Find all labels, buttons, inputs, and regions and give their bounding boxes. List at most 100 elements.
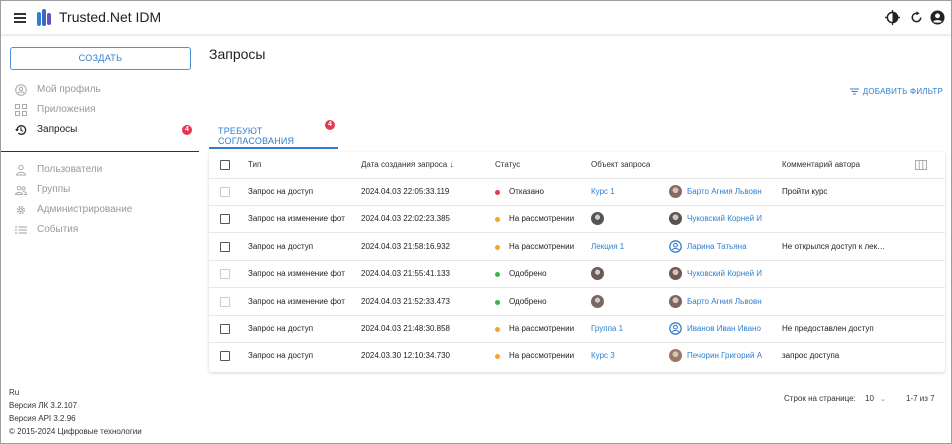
- object-avatar: [591, 212, 604, 226]
- status-dot: [495, 217, 500, 223]
- request-object-link[interactable]: Курс 3: [591, 351, 615, 360]
- status-dot: [495, 244, 500, 250]
- tab-label: ТРЕБУЮТ СОГЛАСОВАНИЯ: [218, 126, 295, 146]
- request-type: Запрос на доступ: [248, 241, 314, 251]
- menu-icon[interactable]: [14, 13, 26, 23]
- request-date: 2024.03.30 12:10:34.730: [361, 351, 450, 361]
- sidebar-item-label: Мой профиль: [37, 84, 101, 95]
- request-object-link[interactable]: Курс 1: [591, 187, 615, 196]
- sidebar-item-admin[interactable]: Администрирование: [1, 200, 199, 220]
- user-avatar: [669, 267, 682, 281]
- tab-count-badge: 4: [325, 120, 335, 130]
- request-type: Запрос на изменение фот: [248, 214, 345, 224]
- column-object[interactable]: Объект запроса: [591, 160, 650, 169]
- author-comment: Не открылся доступ к лек…: [782, 241, 886, 251]
- request-object-link[interactable]: Группа 1: [591, 324, 623, 333]
- table-row[interactable]: Запрос на доступ 2024.04.03 21:48:30.858 Н…: [209, 316, 945, 343]
- row-checkbox: [220, 187, 230, 197]
- sidebar-item-label: Группы: [37, 184, 71, 195]
- gear-icon: [16, 205, 26, 215]
- request-status: На рассмотрении: [509, 351, 575, 361]
- table-row[interactable]: Запрос на изменение фот 2024.04.03 22:02:…: [209, 206, 945, 234]
- request-date: 2024.04.03 22:05:33.119: [361, 187, 450, 196]
- sidebar-item-profile[interactable]: Мой профиль: [1, 80, 199, 100]
- request-status: Одобрено: [509, 269, 547, 279]
- author-comment: запрос доступа: [782, 351, 840, 361]
- user-link[interactable]: Чуковский Корней И: [687, 214, 775, 223]
- columns-icon[interactable]: [915, 160, 927, 170]
- rows-per-page-value: 10: [865, 394, 874, 403]
- request-type: Запрос на изменение фот: [248, 296, 345, 306]
- column-comment[interactable]: Комментарий автора: [782, 160, 860, 169]
- table-row[interactable]: Запрос на изменение фот 2024.04.03 21:52:…: [209, 289, 945, 316]
- create-button[interactable]: СОЗДАТЬ: [10, 47, 191, 70]
- sidebar-divider: [1, 151, 199, 152]
- pagination-range: 1-7 из 7: [906, 394, 935, 403]
- refresh-icon[interactable]: [909, 10, 924, 25]
- request-type: Запрос на доступ: [248, 324, 314, 333]
- app-title: Trusted.Net IDM: [59, 9, 162, 25]
- contrast-icon[interactable]: [885, 10, 900, 25]
- user-avatar: [669, 212, 682, 226]
- request-date: 2024.04.03 21:52:33.473: [361, 296, 450, 306]
- sidebar-item-label: Приложения: [37, 104, 96, 115]
- account-icon[interactable]: [930, 10, 945, 25]
- request-status: Отказано: [509, 187, 544, 196]
- table-row[interactable]: Запрос на доступ 2024.04.03 21:58:16.932 Н…: [209, 234, 945, 261]
- row-checkbox[interactable]: [220, 214, 230, 225]
- row-checkbox[interactable]: [220, 241, 230, 252]
- profile-icon: [15, 84, 27, 96]
- table-row[interactable]: Запрос на доступ 2024.03.30 12:10:34.730 Н…: [209, 343, 945, 370]
- request-status: На рассмотрении: [509, 241, 575, 251]
- user-link[interactable]: Чуковский Корней И: [687, 269, 775, 278]
- status-dot: [495, 327, 500, 332]
- events-icon: [15, 226, 27, 234]
- column-date[interactable]: Дата создания запроса ↓: [361, 160, 453, 169]
- status-dot: [495, 272, 500, 278]
- object-avatar: [591, 267, 604, 281]
- user-icon: [15, 164, 27, 176]
- add-filter-button[interactable]: ДОБАВИТЬ ФИЛЬТР: [849, 87, 943, 96]
- requests-table: Тип Дата создания запроса ↓ Статус Объек…: [209, 152, 945, 372]
- user-link[interactable]: Барто Агния Львовн: [687, 297, 775, 306]
- page-title: Запросы: [209, 46, 266, 62]
- rows-per-page-select[interactable]: 10 ⌄: [865, 394, 886, 403]
- history-icon: [15, 125, 27, 135]
- user-link[interactable]: Печорин Григорий А: [687, 351, 775, 360]
- sidebar-item-label: События: [37, 224, 79, 235]
- user-link[interactable]: Иванов Иван Ивано: [687, 324, 775, 333]
- sidebar-item-groups[interactable]: Группы: [1, 180, 199, 200]
- user-link[interactable]: Барто Агния Львовн: [687, 187, 775, 196]
- column-status[interactable]: Статус: [495, 160, 520, 169]
- table-row[interactable]: Запрос на изменение фот 2024.04.03 21:55:…: [209, 261, 945, 289]
- add-filter-label: ДОБАВИТЬ ФИЛЬТР: [862, 87, 943, 96]
- group-icon: [15, 185, 27, 195]
- status-dot: [495, 190, 500, 195]
- column-type[interactable]: Тип: [248, 160, 261, 169]
- user-link[interactable]: Ларина Татьяна: [687, 242, 775, 251]
- object-avatar: [591, 294, 604, 308]
- select-all-checkbox[interactable]: [220, 160, 230, 170]
- sidebar-item-events[interactable]: События: [1, 220, 199, 240]
- version-lk: Версия ЛК 3.2.107: [9, 401, 78, 410]
- language-switch[interactable]: Ru: [9, 386, 142, 399]
- request-object-link[interactable]: Лекция 1: [591, 242, 624, 251]
- sidebar-item-users[interactable]: Пользователи: [1, 160, 199, 180]
- row-checkbox: [220, 296, 230, 307]
- app-window: Trusted.Net IDM СОЗДАТЬ Мой профиль Прил…: [0, 0, 952, 444]
- sidebar-item-requests[interactable]: Запросы 4: [1, 120, 199, 140]
- author-comment: Не предоставлен доступ: [782, 324, 874, 333]
- version-api: Версия API 3.2.96: [9, 414, 76, 423]
- row-checkbox[interactable]: [220, 351, 230, 362]
- sidebar-item-apps[interactable]: Приложения: [1, 100, 199, 120]
- request-type: Запрос на доступ: [248, 351, 314, 361]
- copyright: © 2015-2024 Цифровые технологии: [9, 427, 142, 436]
- row-checkbox[interactable]: [220, 324, 230, 334]
- table-row[interactable]: Запрос на доступ 2024.04.03 22:05:33.119 О…: [209, 179, 945, 206]
- sidebar-item-label: Пользователи: [37, 164, 103, 175]
- tab-pending-approval[interactable]: ТРЕБУЮТ СОГЛАСОВАНИЯ 4: [209, 119, 338, 149]
- request-type: Запрос на изменение фот: [248, 269, 345, 279]
- sidebar: СОЗДАТЬ Мой профиль Приложения Запросы 4…: [1, 34, 199, 443]
- account-circle-icon: [669, 239, 682, 253]
- request-date: 2024.04.03 21:55:41.133: [361, 269, 450, 279]
